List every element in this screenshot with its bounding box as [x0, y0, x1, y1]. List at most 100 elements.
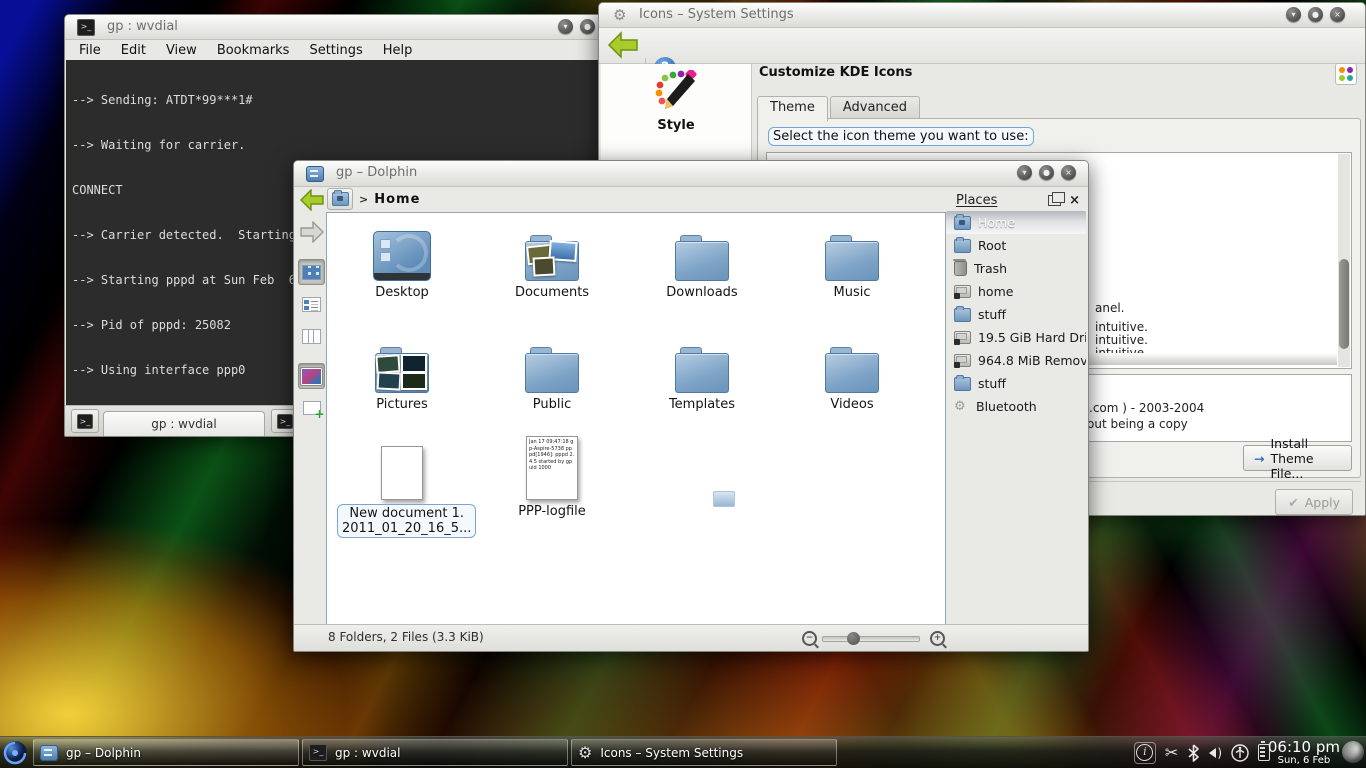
maximize-button[interactable]: ●: [1039, 165, 1054, 180]
task-button-terminal[interactable]: >_ gp : wvdial: [302, 739, 568, 766]
zoom-slider[interactable]: [822, 636, 920, 642]
menu-view[interactable]: View: [166, 43, 197, 58]
places-item-root[interactable]: Root: [946, 234, 1086, 257]
install-theme-label: Install Theme File...: [1270, 436, 1341, 481]
folder-item-pictures[interactable]: Pictures: [337, 335, 467, 412]
menu-help[interactable]: Help: [383, 43, 413, 58]
terminal-line: --> Waiting for carrier.: [72, 138, 618, 153]
icons-view-button[interactable]: [298, 259, 325, 285]
maximize-button[interactable]: ●: [580, 19, 595, 34]
forward-button[interactable]: [298, 219, 325, 245]
places-item-bluetooth[interactable]: ⚙Bluetooth: [946, 395, 1086, 418]
settings-toolbar: ? ▾: [599, 28, 1365, 64]
sidebar-item-style[interactable]: Style: [601, 70, 751, 133]
overview-grid-icon[interactable]: [1335, 63, 1357, 85]
file-item-ppp-logfile[interactable]: Jan 17 09:47:18 gp-Aspire-5738 pppd[1946…: [487, 438, 617, 519]
places-item-stuff[interactable]: stuff: [946, 303, 1086, 326]
tab-advanced[interactable]: Advanced: [830, 96, 920, 119]
menu-settings[interactable]: Settings: [309, 43, 362, 58]
breadcrumb-home-button[interactable]: [327, 188, 353, 210]
usb-device-icon[interactable]: [1231, 744, 1249, 762]
notifications-icon[interactable]: i: [1134, 742, 1156, 764]
minimize-button[interactable]: ▾: [1017, 165, 1032, 180]
folder-item-music[interactable]: Music: [787, 223, 917, 300]
settings-titlebar[interactable]: ⚙ Icons – System Settings ▾ ● ×: [599, 3, 1365, 28]
scrollbar-thumb[interactable]: [1339, 259, 1349, 349]
theme-list-text-fragment: anel.: [1095, 301, 1125, 315]
tab-theme[interactable]: Theme: [757, 96, 828, 121]
new-tab-button[interactable]: >_: [71, 409, 99, 433]
folder-item-templates[interactable]: Templates: [637, 335, 767, 412]
zoom-out-icon[interactable]: −: [802, 631, 817, 646]
close-panel-icon[interactable]: ×: [1069, 193, 1080, 208]
places-panel: Places × Home Root Trash home stuff 19.5…: [946, 187, 1086, 625]
places-item-stuff2[interactable]: stuff: [946, 372, 1086, 395]
home-icon: [332, 192, 349, 206]
gear-icon: ⚙: [578, 743, 592, 762]
klipper-scissors-icon[interactable]: ✂: [1165, 743, 1178, 762]
folder-label: Downloads: [637, 285, 767, 300]
clock-date: Sun, 6 Feb: [1268, 755, 1340, 766]
back-button[interactable]: [298, 187, 325, 213]
back-arrow-icon[interactable]: [607, 31, 639, 59]
folder-item-documents[interactable]: Documents: [487, 223, 617, 300]
document-page-icon: [381, 446, 423, 500]
dolphin-toolbar: [296, 187, 327, 625]
select-theme-label: Select the icon theme you want to use:: [768, 127, 1034, 146]
documents-folder-icon: [525, 235, 579, 281]
install-theme-button[interactable]: → Install Theme File...: [1243, 445, 1352, 471]
close-button[interactable]: ×: [1330, 7, 1345, 22]
float-panel-icon[interactable]: [1048, 195, 1061, 206]
breadcrumb-home[interactable]: Home: [374, 192, 420, 207]
folder-view[interactable]: Desktop Documents Downloads Music: [326, 212, 946, 625]
file-manager-icon: [306, 166, 324, 182]
folder-label: Videos: [787, 397, 917, 412]
folder-label: Desktop: [337, 285, 467, 300]
folder-item-videos[interactable]: Videos: [787, 335, 917, 412]
zoom-in-icon[interactable]: +: [930, 631, 945, 646]
bluetooth-icon[interactable]: [1187, 744, 1200, 762]
minimize-button[interactable]: ▾: [1286, 7, 1301, 22]
file-item-new-document[interactable]: New document 1.2011_01_20_16_5...: [337, 438, 467, 538]
menu-bookmarks[interactable]: Bookmarks: [217, 43, 290, 58]
settings-title: Icons – System Settings: [639, 7, 794, 22]
folder-item-desktop[interactable]: Desktop: [337, 223, 467, 300]
app-launcher-button[interactable]: [0, 738, 30, 767]
places-item-home-partition[interactable]: home: [946, 280, 1086, 303]
digital-clock[interactable]: 06:10 pm Sun, 6 Feb: [1268, 739, 1340, 767]
minimize-button[interactable]: ▾: [558, 19, 573, 34]
folder-icon: [954, 239, 971, 253]
places-item-removable[interactable]: 964.8 MiB Remov...: [946, 349, 1086, 372]
apply-button[interactable]: ✔ Apply: [1275, 489, 1353, 515]
zoom-slider-handle[interactable]: [847, 632, 860, 645]
folder-item-public[interactable]: Public: [487, 335, 617, 412]
task-button-system-settings[interactable]: ⚙ Icons – System Settings: [571, 739, 837, 766]
volume-icon[interactable]: ): [1209, 746, 1222, 760]
list-scrollbar[interactable]: [1338, 154, 1350, 367]
terminal-tab[interactable]: gp : wvdial: [103, 411, 265, 436]
places-item-hard-drive[interactable]: 19.5 GiB Hard Drive: [946, 326, 1086, 349]
places-item-trash[interactable]: Trash: [946, 257, 1086, 280]
trash-icon: [954, 261, 967, 276]
terminal-titlebar[interactable]: >_ gp : wvdial ▾ ● ×: [65, 15, 625, 40]
task-button-dolphin[interactable]: gp – Dolphin: [33, 739, 299, 766]
maximize-button[interactable]: ●: [1308, 7, 1323, 22]
folder-label: Public: [487, 397, 617, 412]
folder-label: Documents: [487, 285, 617, 300]
folder-icon: [825, 235, 879, 281]
close-button[interactable]: ×: [1061, 165, 1076, 180]
preview-button[interactable]: [298, 363, 325, 389]
dolphin-titlebar[interactable]: gp – Dolphin ▾ ● ×: [294, 161, 1088, 187]
menu-file[interactable]: File: [79, 43, 101, 58]
menu-edit[interactable]: Edit: [121, 43, 146, 58]
folder-icon: [825, 347, 879, 393]
split-view-button[interactable]: [298, 395, 325, 421]
details-view-button[interactable]: [298, 291, 325, 317]
columns-view-button[interactable]: [298, 323, 325, 349]
task-label: gp : wvdial: [335, 746, 400, 760]
terminal-icon: >_: [77, 19, 95, 36]
panel-cashew-icon[interactable]: [1342, 741, 1364, 763]
folder-icon: [954, 377, 971, 391]
folder-item-downloads[interactable]: Downloads: [637, 223, 767, 300]
places-item-home[interactable]: Home: [946, 211, 1086, 234]
